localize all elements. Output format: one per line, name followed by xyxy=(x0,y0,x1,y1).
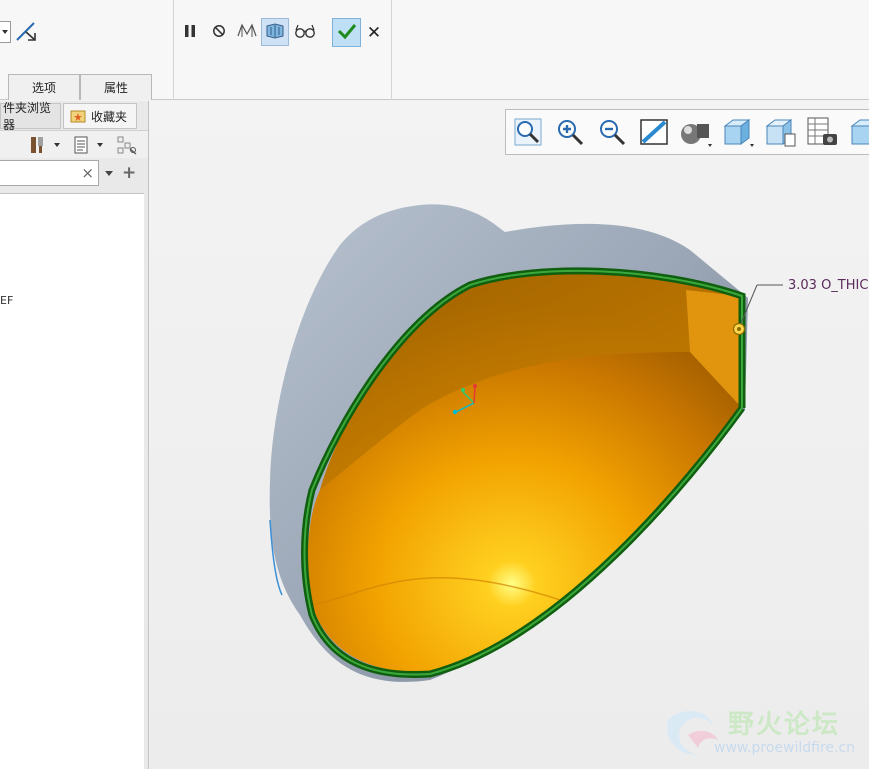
snapshot-icon xyxy=(805,116,839,151)
drag-handle-icon[interactable] xyxy=(732,322,746,336)
watermark-url: www.proewildfire.cn xyxy=(714,740,856,756)
zoom-in-icon xyxy=(555,117,585,150)
saved-orientations-icon xyxy=(721,116,755,151)
layers-button[interactable] xyxy=(804,115,840,151)
zoom-in-button[interactable] xyxy=(552,115,588,151)
saved-orientations-button[interactable] xyxy=(720,115,756,151)
thickness-dimension[interactable]: 3.03 O_THIC xyxy=(788,278,868,293)
view-manager-button[interactable] xyxy=(762,115,798,151)
layers-button-partial[interactable] xyxy=(846,115,869,151)
watermark-title: 野火论坛 xyxy=(728,710,841,740)
zoom-out-button[interactable] xyxy=(594,115,630,151)
view-toolbar xyxy=(505,109,869,155)
repaint-button[interactable] xyxy=(636,115,672,151)
zoom-fit-icon xyxy=(513,117,543,150)
zoom-fit-button[interactable] xyxy=(510,115,546,151)
repaint-icon xyxy=(639,117,669,150)
display-style-icon xyxy=(679,116,713,151)
display-style-button[interactable] xyxy=(678,115,714,151)
zoom-out-icon xyxy=(597,117,627,150)
layers-icon xyxy=(846,116,869,151)
view-manager-icon xyxy=(763,116,797,151)
